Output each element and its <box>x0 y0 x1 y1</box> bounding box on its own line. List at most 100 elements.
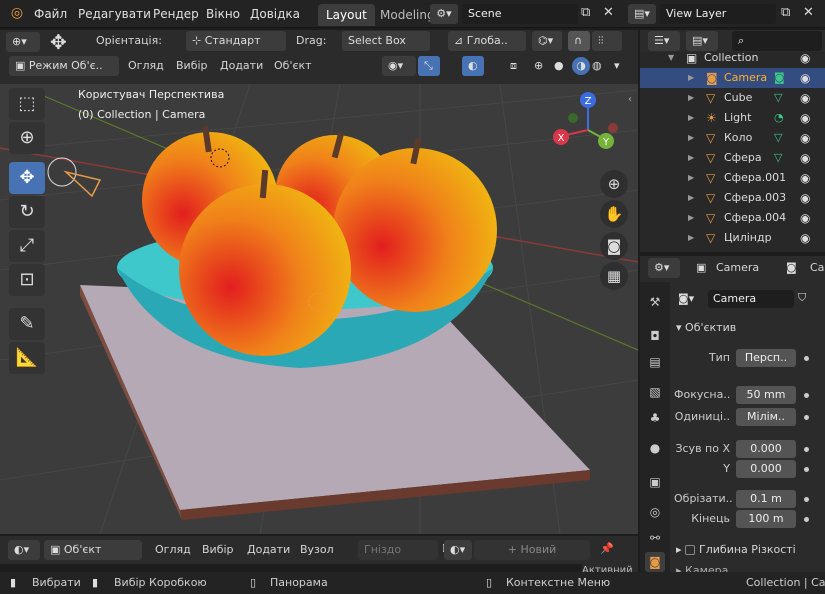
outliner-row-camera[interactable]: ▶ ◙ Camera ◙ ◉ <box>640 68 825 88</box>
blender-logo-icon[interactable]: ◎ <box>8 5 26 23</box>
eye-icon[interactable]: ◉ <box>800 168 810 188</box>
keyframe-dot[interactable] <box>804 447 809 452</box>
outliner-row-sphere-004[interactable]: ▶ ▽ Сфера.004 ◉ <box>640 208 825 228</box>
node-menu-add[interactable]: Додати <box>247 543 290 556</box>
zoom-button[interactable]: ⊕ <box>600 170 628 198</box>
active-tool-panel-tab[interactable]: Активний <box>582 562 638 572</box>
pivot-point-button[interactable]: ⌬▾ <box>532 31 562 51</box>
material-browse-button[interactable]: ◐▾ <box>444 540 472 560</box>
node-menu-select[interactable]: Вибір <box>202 543 234 556</box>
dof-checkbox[interactable] <box>685 545 696 555</box>
eye-icon[interactable]: ◉ <box>800 108 810 128</box>
solid-shading-icon[interactable]: ● <box>554 59 564 72</box>
new-view-layer-icon[interactable]: ⧉ <box>781 5 790 20</box>
gizmo-toggle[interactable]: ⤡ <box>418 56 440 76</box>
material-shading-icon[interactable]: ◑ <box>572 57 590 75</box>
orientation-dropdown[interactable]: ⊹ Стандарт <box>186 31 286 51</box>
camera-view-button[interactable]: ◙ <box>600 232 628 260</box>
output-tab[interactable]: ▤ <box>645 352 665 372</box>
focal-length-field[interactable]: 50 mm <box>736 386 796 404</box>
eye-icon[interactable]: ◉ <box>800 148 810 168</box>
navigation-gizmo[interactable]: Z Y X <box>548 90 628 170</box>
sidebar-toggle-icon[interactable]: ‹ <box>628 94 632 105</box>
keyframe-dot[interactable] <box>804 467 809 472</box>
transform-orientation-dropdown[interactable]: ⊿ Глоба.. <box>448 31 526 51</box>
shading-options-icon[interactable]: ▾ <box>614 59 620 72</box>
drag-dropdown[interactable]: Select Box <box>342 31 430 51</box>
mode-dropdown[interactable]: ▣ Режим Об'є.. <box>9 56 119 76</box>
properties-object-name[interactable]: Camera <box>716 261 759 274</box>
fake-user-shield-icon[interactable]: ⛉ <box>798 291 806 305</box>
outliner-row-light[interactable]: ▶ ☀ Light ◔ ◉ <box>640 108 825 128</box>
properties-editor-type[interactable]: ⚙▾ <box>648 258 680 278</box>
pan-button[interactable]: ✋ <box>600 200 628 228</box>
keyframe-dot[interactable] <box>804 356 809 361</box>
scene-selector[interactable]: ⚙▾ <box>430 4 458 24</box>
cursor-tool-button[interactable]: ⊕ <box>9 122 45 154</box>
shift-x-field[interactable]: 0.000 <box>736 440 796 458</box>
lens-units-dropdown[interactable]: Мілім.. <box>736 408 796 426</box>
viewport-menu-object[interactable]: Об'єкт <box>274 59 312 72</box>
keyframe-dot[interactable] <box>804 497 809 502</box>
outliner-collection-row[interactable]: ▼ ▣ Collection ◉ <box>640 48 825 68</box>
scale-tool-button[interactable]: ⤢ <box>9 230 45 262</box>
keyframe-dot[interactable] <box>804 517 809 522</box>
snap-target-button[interactable]: ⫶⫶ <box>592 31 622 51</box>
menu-help[interactable]: Довідка <box>244 0 306 28</box>
3d-viewport[interactable]: ⊕▾ ✥ Орієнтація: ⊹ Стандарт Drag: Select… <box>0 30 638 534</box>
transform-pivot-button[interactable]: ⊕▾ <box>6 32 40 52</box>
outliner-row-cylinder[interactable]: ▶ ▽ Циліндр ◉ <box>640 228 825 248</box>
clip-end-field[interactable]: 100 m <box>736 510 796 528</box>
move-gizmo-icon[interactable]: ✥ <box>50 30 67 54</box>
rendered-shading-icon[interactable]: ◍ <box>592 59 602 72</box>
dof-panel-header[interactable]: ▸ Глибина Різкості <box>676 540 825 560</box>
ortho-toggle-button[interactable]: ▦ <box>600 262 628 290</box>
material-slot-dropdown[interactable]: Гніздо <box>358 540 438 560</box>
render-tab[interactable]: ◘ <box>645 326 665 346</box>
overlay-toggle[interactable]: ◐ <box>462 56 484 76</box>
clip-start-field[interactable]: 0.1 m <box>736 490 796 508</box>
new-material-button[interactable]: + Новий <box>474 540 590 560</box>
menu-render[interactable]: Рендер <box>147 0 205 28</box>
move-tool-button[interactable]: ✥ <box>9 162 45 194</box>
shift-y-field[interactable]: 0.000 <box>736 460 796 478</box>
measure-tool-button[interactable]: 📐 <box>9 342 45 374</box>
xray-icon[interactable]: ⧈ <box>510 59 517 73</box>
node-menu-view[interactable]: Огляд <box>155 543 191 556</box>
lens-panel-header[interactable]: ▾ Об'єктив <box>676 318 825 338</box>
outliner-row-cube[interactable]: ▶ ▽ Cube ▽ ◉ <box>640 88 825 108</box>
properties-data-name[interactable]: Ca <box>810 261 824 274</box>
editor-type-button[interactable]: ◐▾ <box>8 540 40 560</box>
visibility-button[interactable]: ◉▾ <box>382 56 416 76</box>
eye-icon[interactable]: ◉ <box>800 68 810 88</box>
outliner-row-sphere-003[interactable]: ▶ ▽ Сфера.003 ◉ <box>640 188 825 208</box>
menu-edit[interactable]: Редагувати <box>72 0 157 28</box>
eye-icon[interactable]: ◉ <box>800 48 810 68</box>
viewport-menu-select[interactable]: Вибір <box>176 59 208 72</box>
camera-panel-header[interactable]: ▸ Камера <box>676 562 825 572</box>
view-layer-name-field[interactable]: View Layer <box>660 4 776 24</box>
keyframe-dot[interactable] <box>804 393 809 398</box>
new-scene-icon[interactable]: ⧉ <box>581 5 590 20</box>
outliner-row-sphere[interactable]: ▶ ▽ Сфера ▽ ◉ <box>640 148 825 168</box>
tool-tab[interactable]: ⚒ <box>645 292 665 312</box>
object-tab[interactable]: ▣ <box>645 472 665 492</box>
select-tool-button[interactable]: ⬚ <box>9 88 45 120</box>
eye-icon[interactable]: ◉ <box>800 188 810 208</box>
constraints-tab[interactable]: ⚯ <box>645 528 665 548</box>
annotate-tool-button[interactable]: ✎ <box>9 308 45 340</box>
tab-layout[interactable]: Layout <box>318 4 375 26</box>
delete-view-layer-icon[interactable]: ✕ <box>803 5 814 20</box>
rotate-tool-button[interactable]: ↻ <box>9 196 45 228</box>
delete-scene-icon[interactable]: ✕ <box>603 5 614 20</box>
outliner-row-circle[interactable]: ▶ ▽ Коло ▽ ◉ <box>640 128 825 148</box>
camera-data-tab[interactable]: ◙ <box>645 552 665 572</box>
view-layer-selector[interactable]: ▤▾ <box>628 4 656 24</box>
scene-tab[interactable]: ♣ <box>645 408 665 428</box>
eye-icon[interactable]: ◉ <box>800 128 810 148</box>
pin-icon[interactable]: 📌 <box>600 542 614 555</box>
camera-data-name-field[interactable]: Camera <box>708 290 794 308</box>
viewport-menu-view[interactable]: Огляд <box>128 59 164 72</box>
object-type-dropdown[interactable]: ▣ Об'єкт <box>44 540 142 560</box>
wireframe-shading-icon[interactable]: ⊕ <box>534 59 543 72</box>
